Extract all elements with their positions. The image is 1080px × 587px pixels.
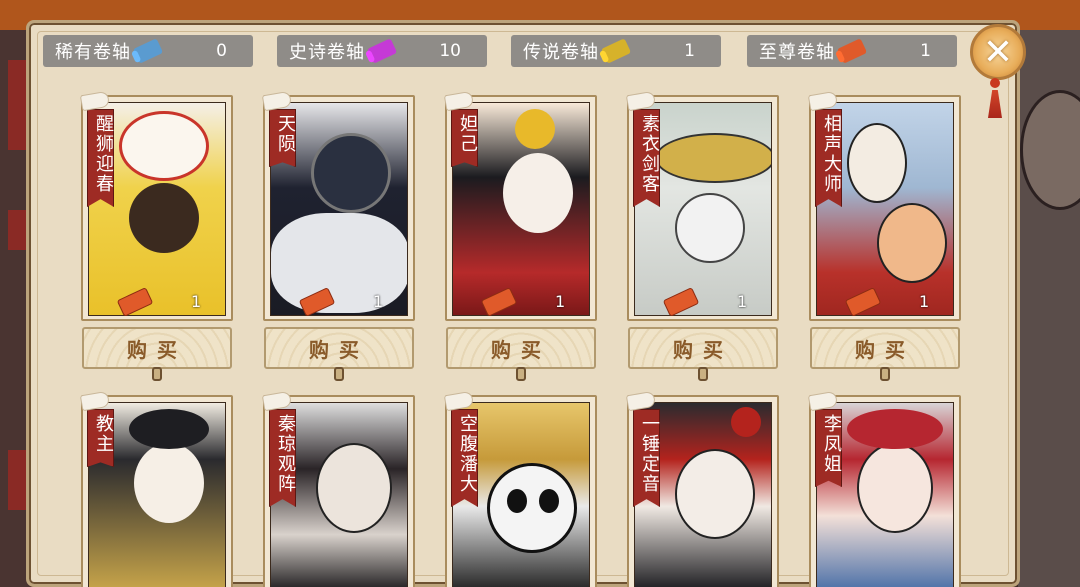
buy-label: 购买	[855, 337, 915, 362]
currency-label: 稀有卷轴	[55, 42, 131, 63]
buy-label: 购买	[673, 337, 733, 362]
buy-button[interactable]: 购买	[82, 327, 232, 381]
hero-name-banner: 空腹潘大	[451, 409, 478, 507]
currency-label: 至尊卷轴	[759, 42, 835, 63]
currency-label: 传说卷轴	[523, 42, 599, 63]
hero-name-banner: 相声大师	[815, 109, 842, 207]
buy-label: 购买	[127, 337, 187, 362]
buy-label: 购买	[309, 337, 369, 362]
currency-epic: 史诗卷轴 10	[277, 35, 487, 67]
hero-card[interactable]: 相声大师 1	[807, 90, 961, 321]
owned-count: 1	[298, 286, 384, 317]
hero-card[interactable]: 秦琼观阵	[261, 390, 415, 587]
buy-button[interactable]: 购买	[264, 327, 414, 381]
owned-number: 1	[191, 292, 202, 311]
currency-rare: 稀有卷轴 0	[43, 35, 253, 67]
currency-count: 1	[684, 41, 695, 61]
close-button[interactable]: ✕	[970, 24, 1026, 80]
owned-number: 1	[919, 292, 930, 311]
hero-card[interactable]: 天陨 1	[261, 90, 415, 321]
buy-button[interactable]: 购买	[628, 327, 778, 381]
hero-name-banner: 醒狮迎春	[87, 109, 114, 207]
tassel-decoration	[986, 78, 1004, 118]
rare-scroll-icon	[132, 38, 164, 64]
owned-count: 1	[116, 286, 202, 317]
buy-button[interactable]: 购买	[810, 327, 960, 381]
owned-number: 1	[737, 292, 748, 311]
owned-number: 1	[555, 292, 566, 311]
owned-number: 1	[373, 292, 384, 311]
hero-card[interactable]: 李凤姐	[807, 390, 961, 587]
owned-count: 1	[662, 286, 748, 317]
owned-count: 1	[844, 286, 930, 317]
currency-count: 1	[920, 41, 931, 61]
hero-card[interactable]: 一锤定音	[625, 390, 779, 587]
hero-card[interactable]: 教主	[79, 390, 233, 587]
hero-name-banner: 妲己	[451, 109, 478, 167]
hero-card[interactable]: 醒狮迎春 1	[79, 90, 233, 321]
hero-card[interactable]: 妲己 1	[443, 90, 597, 321]
buy-label: 购买	[491, 337, 551, 362]
owned-count: 1	[480, 286, 566, 317]
hero-card[interactable]: 空腹潘大	[443, 390, 597, 587]
currency-count: 0	[216, 41, 227, 61]
hero-name-banner: 素衣剑客	[633, 109, 660, 207]
epic-scroll-icon	[366, 38, 398, 64]
hero-name-banner: 李凤姐	[815, 409, 842, 487]
supreme-scroll-icon	[836, 38, 868, 64]
legend-scroll-icon	[600, 38, 632, 64]
currency-count: 10	[439, 41, 461, 61]
shop-panel: 稀有卷轴 0 史诗卷轴 10 传说卷轴 1 至尊卷轴 1 醒狮迎春 1 购买 天…	[26, 20, 1020, 587]
currency-supreme: 至尊卷轴 1	[747, 35, 957, 67]
hero-name-banner: 天陨	[269, 109, 296, 167]
hero-name-banner: 教主	[87, 409, 114, 467]
hero-card[interactable]: 素衣剑客 1	[625, 90, 779, 321]
buy-button[interactable]: 购买	[446, 327, 596, 381]
currency-label: 史诗卷轴	[289, 42, 365, 63]
close-icon: ✕	[982, 31, 1014, 73]
hero-name-banner: 秦琼观阵	[269, 409, 296, 507]
background-right-strip	[1018, 30, 1080, 587]
currency-legend: 传说卷轴 1	[511, 35, 721, 67]
hero-name-banner: 一锤定音	[633, 409, 660, 507]
